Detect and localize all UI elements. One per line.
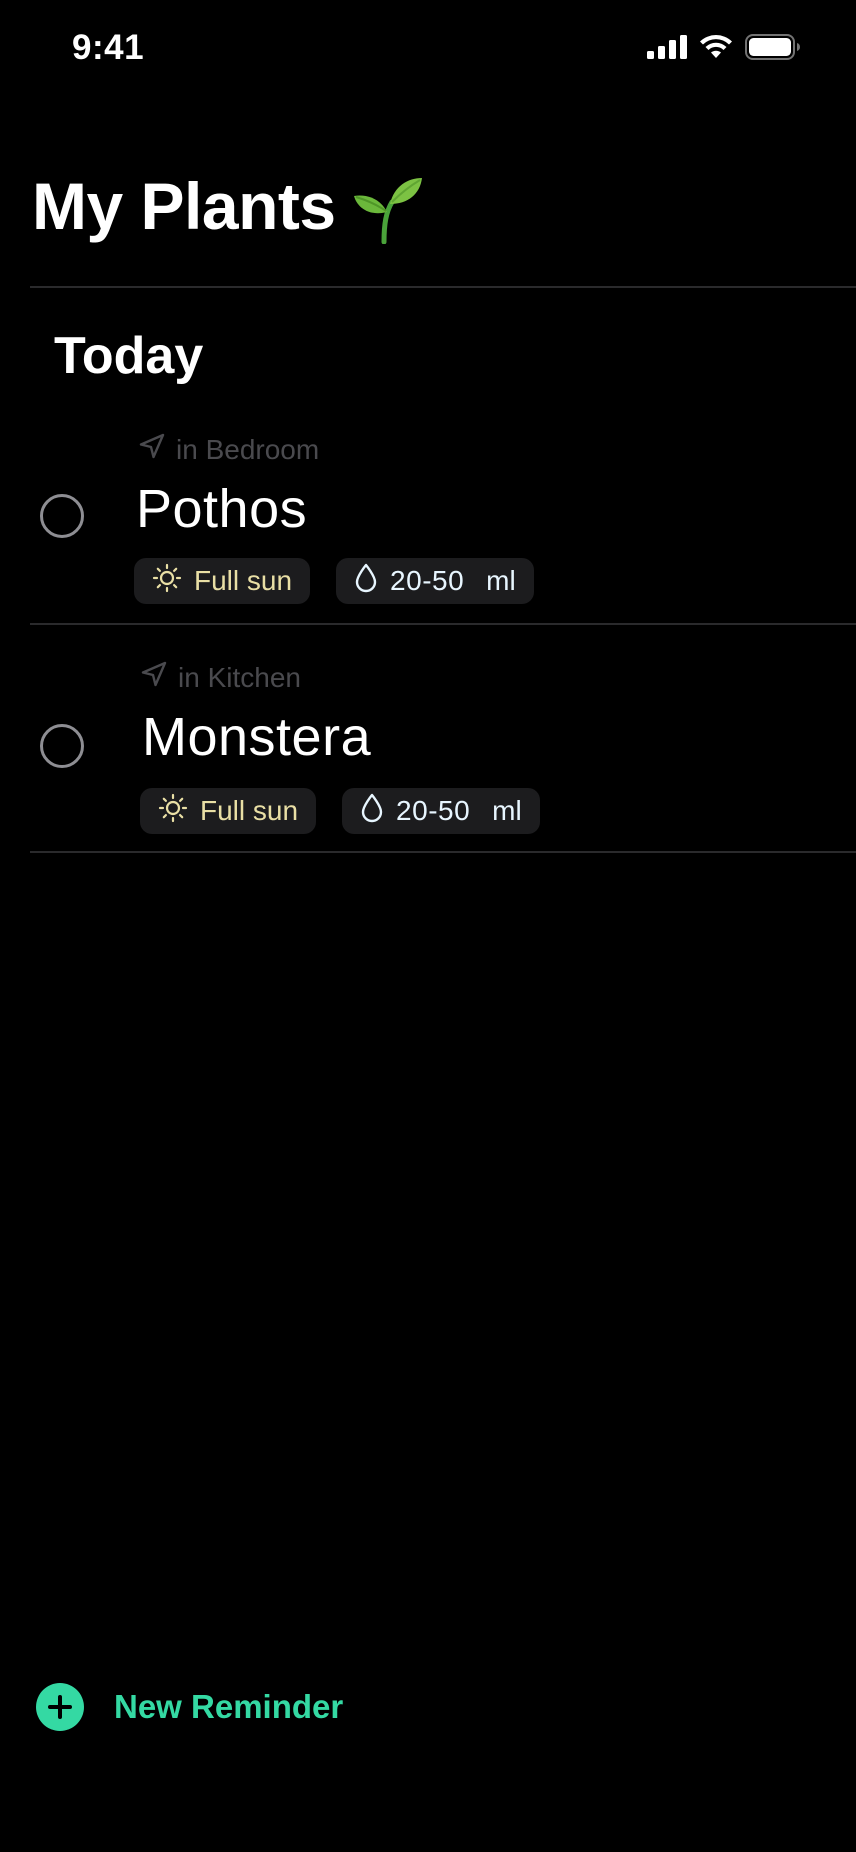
status-icons	[647, 34, 801, 65]
page-title-text: My Plants	[32, 169, 336, 243]
new-reminder-button[interactable]: New Reminder	[36, 1683, 343, 1731]
status-time: 9:41	[72, 28, 145, 67]
water-amount: 20-50	[390, 565, 465, 596]
complete-checkbox[interactable]	[40, 494, 84, 538]
light-chip: Full sun	[140, 788, 317, 834]
sun-icon	[152, 563, 182, 600]
light-label: Full sun	[200, 795, 299, 826]
light-label: Full sun	[194, 565, 293, 596]
location-row: in Bedroom	[138, 432, 319, 467]
status-bar: 9:41	[0, 0, 856, 100]
sun-icon	[158, 793, 188, 830]
cellular-signal-icon	[647, 35, 687, 64]
header-divider	[30, 286, 856, 288]
row-divider	[30, 851, 856, 853]
water-chip: 20-50 ml	[342, 788, 540, 834]
water-amount: 20-50	[396, 795, 471, 826]
water-unit: ml	[486, 565, 516, 596]
water-drop-icon	[360, 793, 384, 830]
plant-name: Pothos	[136, 479, 308, 539]
plant-name: Monstera	[142, 707, 372, 767]
water-chip: 20-50 ml	[336, 558, 534, 604]
location-arrow-icon	[138, 432, 166, 467]
page-title: My Plants	[32, 168, 422, 245]
reminder-row[interactable]: in Bedroom Pothos Full sun 20-50 ml	[0, 420, 856, 624]
section-title-today: Today	[54, 327, 204, 385]
battery-icon	[745, 34, 801, 65]
light-chip: Full sun	[134, 558, 311, 604]
care-chips: Full sun 20-50 ml	[134, 558, 534, 604]
location-arrow-icon	[140, 660, 168, 695]
location-label: in Kitchen	[178, 661, 301, 693]
reminder-row[interactable]: in Kitchen Monstera Full sun 20-50 ml	[0, 648, 856, 852]
water-unit: ml	[492, 795, 522, 826]
add-icon[interactable]	[36, 1683, 84, 1731]
location-row: in Kitchen	[140, 660, 301, 695]
row-divider	[30, 623, 856, 625]
complete-checkbox[interactable]	[40, 724, 84, 768]
care-chips: Full sun 20-50 ml	[140, 788, 540, 834]
location-label: in Bedroom	[176, 433, 320, 465]
water-drop-icon	[354, 563, 378, 600]
new-reminder-label[interactable]: New Reminder	[114, 1688, 343, 1726]
wifi-icon	[699, 34, 733, 65]
sprout-icon	[350, 172, 422, 245]
